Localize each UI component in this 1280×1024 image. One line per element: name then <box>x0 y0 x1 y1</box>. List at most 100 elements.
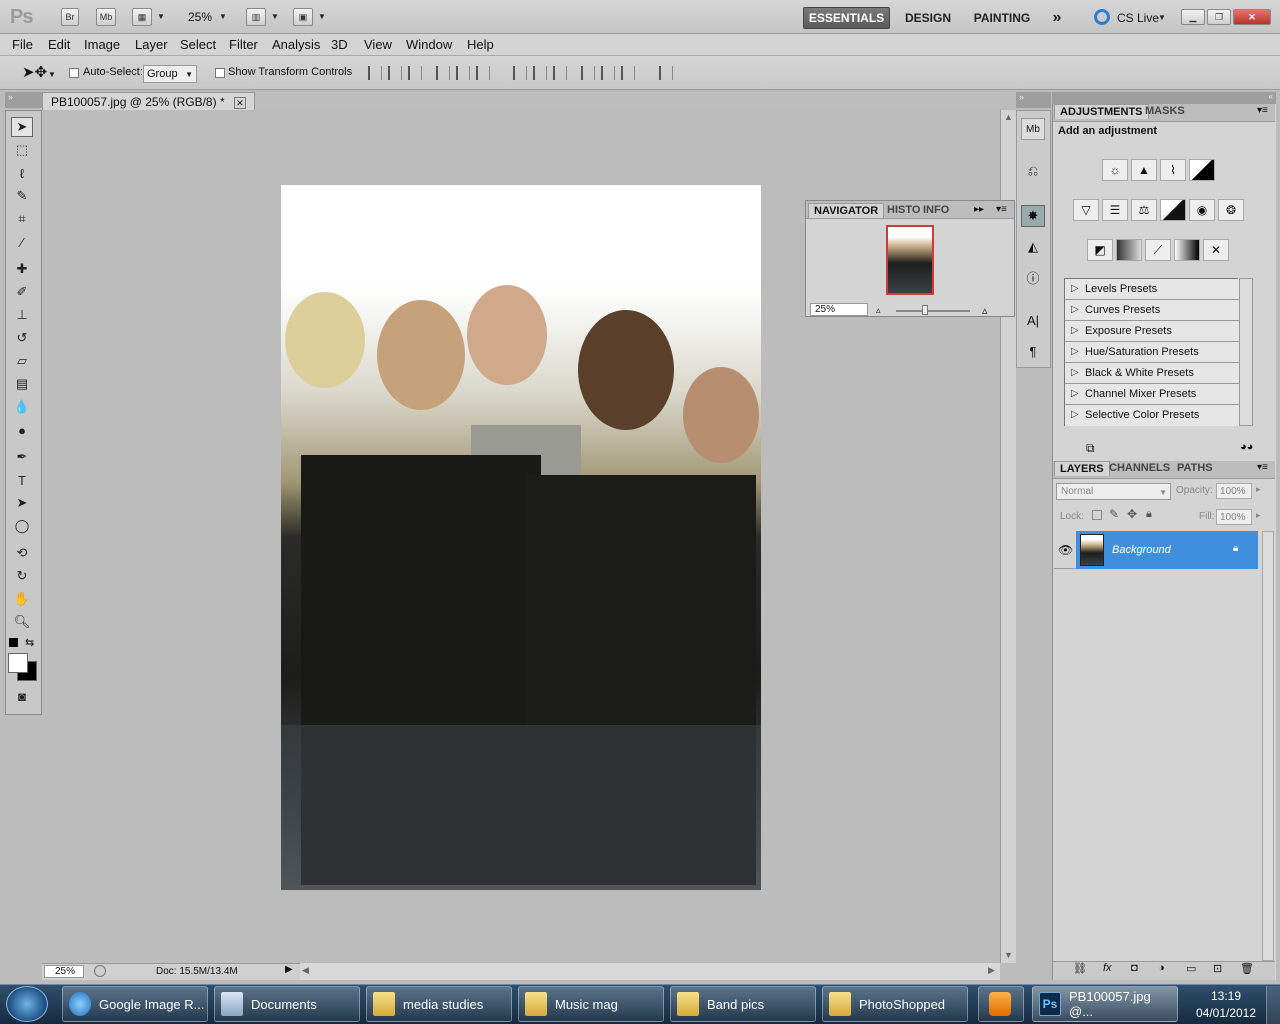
start-button[interactable] <box>6 986 48 1022</box>
history-brush-tool-icon[interactable]: ↺ <box>11 328 33 348</box>
menu-view[interactable]: View <box>364 37 392 52</box>
distribute-hcenter-icon[interactable] <box>601 66 615 80</box>
foreground-color-swatch[interactable] <box>8 653 28 673</box>
fill-field[interactable]: 100% <box>1216 509 1252 525</box>
return-to-list-icon[interactable]: ⧉ <box>1086 441 1095 456</box>
tab-paths[interactable]: PATHS <box>1172 461 1218 475</box>
document-tab[interactable]: PB100057.jpg @ 25% (RGB/8) * ✕ <box>42 92 255 110</box>
delete-layer-icon[interactable]: 🗑︎ <box>1240 962 1254 975</box>
auto-select-checkbox[interactable] <box>69 68 79 78</box>
preset-exposure[interactable]: ▷ Exposure Presets <box>1065 321 1239 342</box>
taskbar-item-photoshopped[interactable]: PhotoShopped <box>822 986 968 1022</box>
tab-info[interactable]: INFO <box>918 203 954 217</box>
tab-navigator[interactable]: NAVIGATOR <box>808 203 885 218</box>
zoom-tool-icon[interactable]: 🔍︎ <box>11 612 33 632</box>
distribute-bottom-icon[interactable] <box>553 66 567 80</box>
close-window-button[interactable]: ✕ <box>1233 9 1271 25</box>
history-icon[interactable]: ⎌ <box>1021 160 1045 182</box>
menu-file[interactable]: File <box>12 37 33 52</box>
crop-tool-icon[interactable]: ⌗ <box>11 209 33 229</box>
color-panel-icon[interactable]: ✸ <box>1021 205 1045 227</box>
preset-selective-color[interactable]: ▷ Selective Color Presets <box>1065 405 1239 426</box>
preset-channel-mixer[interactable]: ▷ Channel Mixer Presets <box>1065 384 1239 405</box>
workspace-design[interactable]: DESIGN <box>896 7 960 29</box>
tools-panel-header[interactable]: » <box>5 92 42 108</box>
fill-arrow-icon[interactable]: ▸ <box>1256 510 1261 521</box>
lock-all-icon[interactable]: 🔒︎ <box>1146 508 1152 521</box>
vibrance-icon[interactable]: ▽ <box>1073 199 1099 221</box>
preset-hue-saturation[interactable]: ▷ Hue/Saturation Presets <box>1065 342 1239 363</box>
default-colors-icon[interactable] <box>9 638 18 647</box>
menu-select[interactable]: Select <box>180 37 216 52</box>
levels-icon[interactable]: ▲ <box>1131 159 1157 181</box>
eraser-tool-icon[interactable]: ▱ <box>11 351 33 371</box>
status-info-icon[interactable] <box>94 965 106 977</box>
align-left-icon[interactable] <box>436 66 450 80</box>
menu-analysis[interactable]: Analysis <box>272 37 320 52</box>
scroll-down-icon[interactable]: ▼ <box>1004 950 1013 960</box>
status-menu-arrow-icon[interactable]: ▶ <box>285 964 293 975</box>
paragraph-icon[interactable]: ¶ <box>1021 340 1045 362</box>
menu-layer[interactable]: Layer <box>135 37 168 52</box>
workspace-painting[interactable]: PAINTING <box>966 7 1038 29</box>
align-bottom-icon[interactable] <box>408 66 422 80</box>
dock-header[interactable]: « <box>1052 92 1276 104</box>
chevron-down-icon[interactable]: ▼ <box>318 12 326 21</box>
zoom-slider-thumb[interactable] <box>922 305 928 315</box>
exposure-icon[interactable] <box>1189 159 1215 181</box>
distribute-vcenter-icon[interactable] <box>533 66 547 80</box>
collapse-panel-icon[interactable]: ▸▸ <box>974 204 984 215</box>
align-top-icon[interactable] <box>368 66 382 80</box>
screen-mode-button[interactable]: ▣ <box>293 8 313 26</box>
clone-stamp-tool-icon[interactable]: ⊥ <box>11 305 33 325</box>
color-balance-icon[interactable]: ⚖ <box>1131 199 1157 221</box>
preset-levels[interactable]: ▷ Levels Presets <box>1065 279 1239 300</box>
selective-color-icon[interactable]: ✕ <box>1203 239 1229 261</box>
move-tool-preset-icon[interactable]: ➤✥ <box>22 63 47 81</box>
tab-channels[interactable]: CHANNELS <box>1104 461 1175 475</box>
restore-button[interactable]: ❐ <box>1207 9 1231 25</box>
shape-tool-icon[interactable]: ◯ <box>11 516 33 536</box>
pen-tool-icon[interactable]: ✒ <box>11 447 33 467</box>
mini-bridge-icon[interactable]: Mb <box>1021 118 1045 140</box>
channel-mixer-icon[interactable]: ❂ <box>1218 199 1244 221</box>
photo-filter-icon[interactable]: ◉ <box>1189 199 1215 221</box>
distribute-top-icon[interactable] <box>513 66 527 80</box>
healing-brush-tool-icon[interactable]: ✚ <box>11 259 33 279</box>
lasso-tool-icon[interactable]: ℓ <box>11 163 33 183</box>
character-icon[interactable]: A| <box>1021 309 1045 331</box>
align-vcenter-icon[interactable] <box>388 66 402 80</box>
view-extras-button[interactable]: ▦ <box>132 8 152 26</box>
new-layer-icon[interactable]: ⊡ <box>1213 962 1222 975</box>
layer-style-icon[interactable]: fx <box>1103 962 1112 974</box>
layer-name[interactable]: Background <box>1112 544 1171 556</box>
black-white-icon[interactable] <box>1160 199 1186 221</box>
chevron-down-icon[interactable]: ▼ <box>157 12 165 21</box>
gradient-tool-icon[interactable]: ▤ <box>11 374 33 394</box>
lock-transparent-icon[interactable] <box>1092 510 1102 520</box>
layers-scrollbar[interactable] <box>1262 531 1274 961</box>
preset-curves[interactable]: ▷ Curves Presets <box>1065 300 1239 321</box>
tab-masks[interactable]: MASKS <box>1140 104 1190 118</box>
panel-strip-header[interactable]: » <box>1016 92 1051 108</box>
panel-menu-icon[interactable]: ▾≡ <box>996 204 1007 215</box>
horizontal-scrollbar[interactable] <box>300 963 1000 980</box>
marquee-tool-icon[interactable]: ⬚ <box>11 140 33 160</box>
chevron-down-icon[interactable]: ▼ <box>48 70 56 79</box>
cs-live-button[interactable]: CS Live <box>1117 11 1159 25</box>
brush-tool-icon[interactable]: ✐ <box>11 282 33 302</box>
zoom-level-select[interactable]: 25% <box>188 10 212 24</box>
menu-3d[interactable]: 3D <box>331 37 348 52</box>
menu-image[interactable]: Image <box>84 37 120 52</box>
navigator-thumbnail[interactable] <box>886 225 934 295</box>
align-right-icon[interactable] <box>476 66 490 80</box>
new-group-icon[interactable]: ▭ <box>1186 962 1196 975</box>
link-layers-icon[interactable]: ⛓ <box>1073 962 1087 975</box>
eyedropper-tool-icon[interactable]: ⁄ <box>11 232 33 252</box>
tab-adjustments[interactable]: ADJUSTMENTS <box>1054 104 1149 119</box>
navigator-zoom-field[interactable]: 25% <box>810 303 868 316</box>
invert-icon[interactable]: ◩ <box>1087 239 1113 261</box>
gradient-map-icon[interactable] <box>1174 239 1200 261</box>
clock-date[interactable]: 04/01/2012 <box>1190 1006 1262 1020</box>
scroll-right-icon[interactable]: ▶ <box>988 965 995 976</box>
